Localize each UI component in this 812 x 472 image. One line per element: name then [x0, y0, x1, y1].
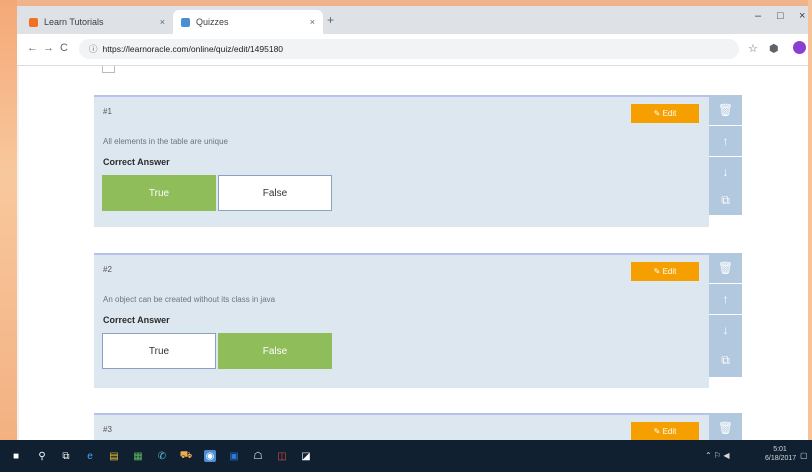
correct-answer-label: Correct Answer: [103, 157, 170, 167]
answer-label: True: [148, 345, 170, 357]
answer-true-button[interactable]: True: [102, 333, 216, 369]
copy-icon[interactable]: ⧉: [709, 185, 742, 215]
tab-label: Quizzes: [196, 17, 229, 27]
answer-label: True: [148, 187, 170, 199]
move-down-icon[interactable]: ↓: [709, 157, 742, 187]
windows-taskbar: ■ ⚲ ⧉ e ▤ ▦ ✆ ⛟ ◉ ▣ ☖ ◫ ◪ ⌃ ⚐ ◀ 5:01 6/1…: [0, 440, 812, 472]
checkbox[interactable]: [102, 66, 115, 73]
answer-label: False: [262, 345, 288, 357]
tab-label: Learn Tutorials: [44, 17, 104, 27]
clock-time: 5:01: [773, 446, 787, 453]
tab-learn-tutorials[interactable]: Learn Tutorials ×: [21, 10, 173, 34]
info-icon[interactable]: ⓘ: [89, 43, 98, 55]
minimize-button[interactable]: –: [755, 10, 761, 22]
answer-true-button[interactable]: True: [102, 175, 216, 211]
address-bar[interactable]: ⓘ https://learnoracle.com/online/quiz/ed…: [79, 39, 739, 59]
phone-icon[interactable]: ✆: [156, 450, 168, 462]
page-content: #1 ✎ Edit All elements in the table are …: [17, 66, 808, 440]
notifications-icon[interactable]: ▢: [800, 451, 808, 460]
paint-icon[interactable]: ◪: [300, 450, 312, 462]
answer-false-button[interactable]: False: [218, 175, 332, 211]
clock[interactable]: 5:01 6/18/2017: [765, 445, 797, 463]
edit-button[interactable]: ✎ Edit: [631, 422, 699, 440]
profile-avatar[interactable]: [793, 41, 806, 54]
edge-icon[interactable]: e: [84, 450, 96, 462]
extension-icon[interactable]: ⬢: [769, 42, 779, 55]
question-number: #3: [103, 425, 112, 434]
tab-strip: Learn Tutorials × Quizzes × + – □ ×: [17, 6, 808, 34]
new-tab-button[interactable]: +: [327, 13, 334, 27]
delete-icon[interactable]: 🗑: [709, 413, 742, 440]
move-down-icon[interactable]: ↓: [709, 315, 742, 345]
question-actions-3: 🗑: [709, 413, 742, 440]
answer-false-button[interactable]: False: [218, 333, 332, 369]
question-actions-2: 🗑 ↑ ↓ ⧉: [709, 253, 742, 377]
delete-icon[interactable]: 🗑: [709, 95, 742, 125]
question-text: All elements in the table are unique: [103, 137, 228, 146]
browser-toolbar: ← → C ⓘ https://learnoracle.com/online/q…: [17, 34, 808, 66]
url-text: https://learnoracle.com/online/quiz/edit…: [102, 44, 284, 54]
copy-icon[interactable]: ⧉: [709, 345, 742, 375]
word-icon[interactable]: ▣: [228, 450, 240, 462]
question-card-3: #3 ✎ Edit: [94, 413, 709, 440]
file-explorer-icon[interactable]: ▤: [108, 450, 120, 462]
maximize-button[interactable]: □: [777, 10, 784, 22]
tab-close-icon[interactable]: ×: [160, 17, 165, 27]
close-window-button[interactable]: ×: [799, 10, 805, 22]
browser-chrome: Learn Tutorials × Quizzes × + – □ × ← → …: [17, 6, 808, 66]
clock-date: 6/18/2017: [765, 455, 797, 462]
store-icon[interactable]: ⛟: [180, 450, 193, 462]
tab-close-icon[interactable]: ×: [310, 17, 315, 27]
edit-label: ✎ Edit: [653, 427, 677, 436]
start-icon[interactable]: ■: [10, 450, 22, 462]
desktop-background-left: [0, 0, 17, 440]
reload-icon[interactable]: C: [60, 42, 68, 54]
quiz-favicon-icon: [181, 17, 190, 27]
forward-icon[interactable]: →: [43, 42, 54, 54]
app-icon[interactable]: ☖: [252, 450, 264, 462]
correct-answer-label: Correct Answer: [103, 315, 170, 325]
desktop-background-right: [808, 0, 812, 440]
bookmark-star-icon[interactable]: ☆: [748, 42, 758, 55]
edit-label: ✎ Edit: [653, 109, 677, 118]
system-tray-icons[interactable]: ⌃ ⚐ ◀: [705, 451, 729, 460]
question-text: An object can be created without its cla…: [103, 295, 276, 304]
chrome-icon[interactable]: ◉: [204, 450, 216, 462]
edit-button[interactable]: ✎ Edit: [631, 262, 699, 281]
question-actions-1: 🗑 ↑ ↓ ⧉: [709, 95, 742, 215]
question-number: #1: [103, 107, 112, 116]
edit-button[interactable]: ✎ Edit: [631, 104, 699, 123]
back-icon[interactable]: ←: [27, 42, 38, 54]
task-view-icon[interactable]: ⧉: [60, 450, 72, 462]
edit-label: ✎ Edit: [653, 267, 677, 276]
powerpoint-icon[interactable]: ◫: [276, 450, 288, 462]
search-icon[interactable]: ⚲: [36, 450, 48, 462]
question-number: #2: [103, 265, 112, 274]
move-up-icon[interactable]: ↑: [709, 126, 742, 156]
question-card-1: #1 ✎ Edit All elements in the table are …: [94, 95, 709, 227]
excel-icon[interactable]: ▦: [132, 450, 144, 462]
page-left-border: [17, 66, 19, 440]
delete-icon[interactable]: 🗑: [709, 253, 742, 283]
question-card-2: #2 ✎ Edit An object can be created witho…: [94, 253, 709, 388]
answer-label: False: [262, 187, 288, 199]
tab-quizzes[interactable]: Quizzes ×: [173, 10, 323, 34]
orange-favicon-icon: [29, 17, 38, 27]
move-up-icon[interactable]: ↑: [709, 284, 742, 314]
